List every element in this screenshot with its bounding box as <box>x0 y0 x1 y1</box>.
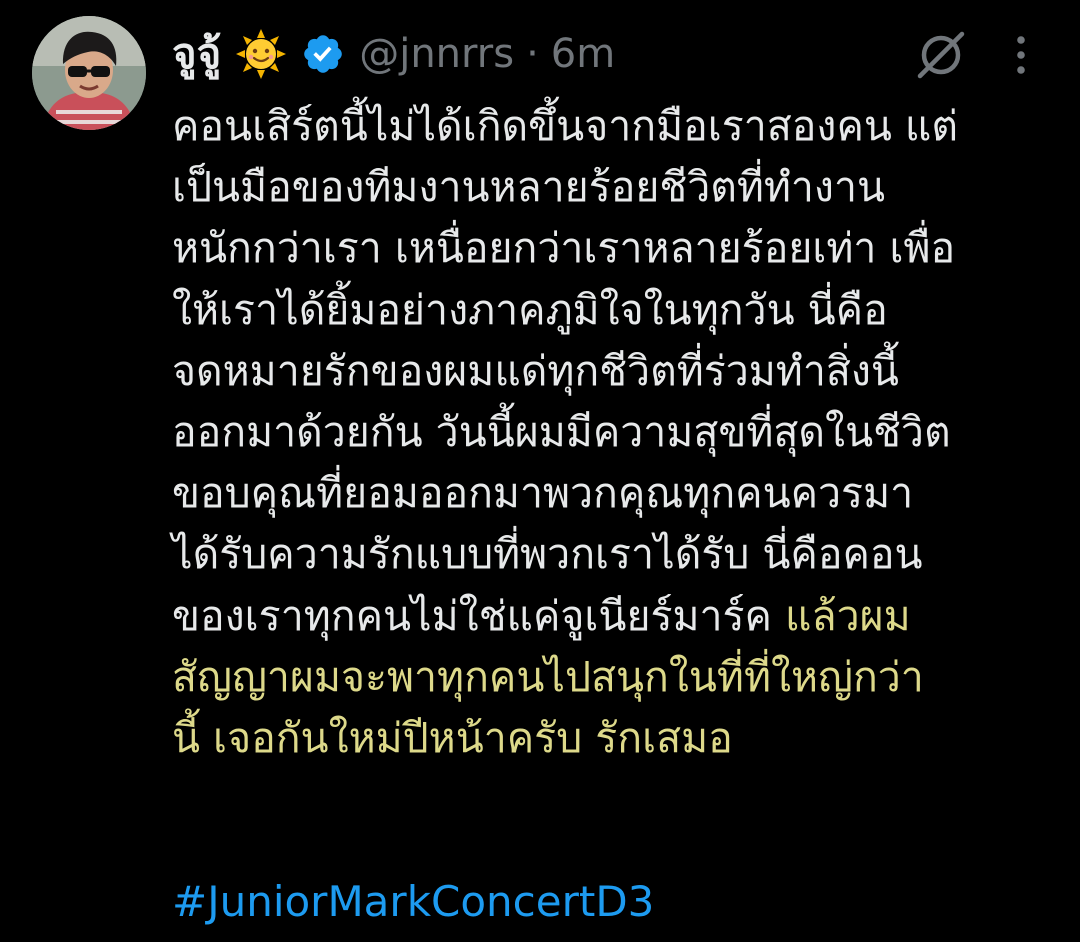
tweet-line: จดหมายรักของผมแด่ทุกชีวิตที่ร่วมทำสิ่งนี… <box>172 346 899 395</box>
more-vertical-icon[interactable] <box>1006 32 1036 78</box>
avatar[interactable] <box>32 16 146 130</box>
avatar-photo <box>32 16 146 130</box>
tweet-line-highlight: นี้ เจอกันใหม่ปีหน้าครับ รักเสมอ <box>172 713 733 762</box>
tweet-line: ได้รับความรักแบบที่พวกเราได้รับ นี่คือคอ… <box>172 530 923 579</box>
tweet-text: คอนเสิร์ตนี้ไม่ได้เกิดขึ้นจากมือเราสองคน… <box>172 96 1052 769</box>
display-name[interactable]: จูจู้ <box>172 21 221 87</box>
tweet-line: ให้เราได้ยิ้มอย่างภาคภูมิใจในทุกวัน นี่ค… <box>172 285 888 334</box>
tweet-line-highlight-part: แล้วผม <box>785 591 911 640</box>
separator-dot: · <box>526 31 539 77</box>
sun-with-face-emoji <box>235 28 287 80</box>
tweet-line: เป็นมือของทีมงานหลายร้อยชีวิตที่ทำงาน <box>172 163 885 212</box>
tweet-line-mixed: ของเราทุกคนไม่ใช่แค่จูเนียร์มาร์ค แล้วผม <box>172 586 1052 647</box>
tweet-line-white-part: ของเราทุกคนไม่ใช่แค่จูเนียร์มาร์ค <box>172 591 786 640</box>
hashtag-link[interactable]: #JuniorMarkConcertD3 <box>172 872 654 932</box>
verified-badge-icon <box>301 32 345 76</box>
tweet-line-highlight: สัญญาผมจะพาทุกคนไปสนุกในที่ที่ใหญ่กว่า <box>172 652 924 701</box>
tweet-header: จูจู้ @jnnrrs · 6m <box>172 22 615 86</box>
user-handle[interactable]: @jnnrrs <box>359 31 514 77</box>
no-sign-icon[interactable] <box>914 28 968 82</box>
tweet-line: หนักกว่าเรา เหนื่อยกว่าเราหลายร้อยเท่า เ… <box>172 224 956 273</box>
tweet-line: ออกมาด้วยกัน วันนี้ผมมีความสุขที่สุดในชี… <box>172 407 951 456</box>
tweet: จูจู้ @jnnrrs · 6m คอนเสิร์ตนี้ไม่ได้เกิ… <box>0 0 1080 942</box>
tweet-line: ขอบคุณที่ยอมออกมาพวกคุณทุกคนควรมา <box>172 469 914 518</box>
timestamp[interactable]: 6m <box>551 31 615 77</box>
tweet-line: คอนเสิร์ตนี้ไม่ได้เกิดขึ้นจากมือเราสองคน… <box>172 102 958 150</box>
